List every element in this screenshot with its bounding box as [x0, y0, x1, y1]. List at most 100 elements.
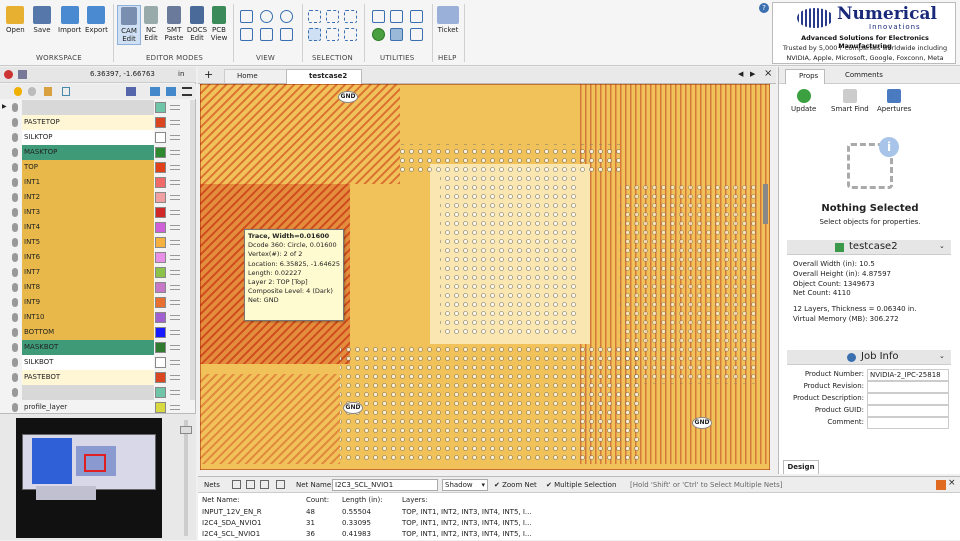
tab-props[interactable]: Props	[785, 69, 825, 84]
visibility-bulb-icon[interactable]	[12, 313, 18, 322]
visibility-bulb-icon[interactable]	[12, 268, 18, 277]
close-tab-icon[interactable]: ×	[764, 68, 772, 79]
open-button[interactable]: Open	[6, 6, 25, 34]
layer-row[interactable]: ▶	[0, 100, 196, 115]
layer-color-swatch[interactable]	[155, 252, 166, 263]
zoom-slider-track[interactable]	[184, 420, 188, 536]
layer-options-icon[interactable]	[170, 270, 180, 275]
product-description-field[interactable]	[867, 393, 949, 405]
layer-options-icon[interactable]	[170, 360, 180, 365]
tab-prev-icon[interactable]: ◀	[738, 70, 743, 78]
zoom-slider-thumb[interactable]	[180, 426, 192, 434]
visibility-bulb-icon[interactable]	[12, 178, 18, 187]
visibility-bulb-icon[interactable]	[12, 253, 18, 262]
layer-row[interactable]: INT6	[0, 250, 196, 265]
table-row[interactable]: I2C4_SCL_NVIO1 36 0.41983 TOP, INT1, INT2, …	[198, 529, 718, 540]
layer-up-icon[interactable]	[150, 87, 160, 96]
column-header-layers[interactable]: Layers:	[402, 496, 428, 504]
zoom-net-checkbox[interactable]: ✔ Zoom Net	[494, 481, 537, 489]
nets-list-icon[interactable]	[246, 480, 255, 489]
select-window-icon[interactable]	[308, 10, 321, 23]
layer-options-icon[interactable]	[170, 240, 180, 245]
gnd-pad[interactable]: GND	[692, 417, 712, 429]
bulb-off-icon[interactable]	[28, 87, 36, 96]
layer-row[interactable]: INT2	[0, 190, 196, 205]
layer-color-swatch[interactable]	[155, 312, 166, 323]
zoom-out-icon[interactable]	[280, 10, 293, 23]
help-icon[interactable]: ?	[759, 3, 769, 13]
canvas-scrollbar[interactable]	[763, 184, 768, 224]
visibility-bulb-icon[interactable]	[12, 163, 18, 172]
layer-options-icon[interactable]	[170, 255, 180, 260]
new-tab-icon[interactable]: +	[204, 69, 213, 81]
nets-grid-icon[interactable]	[276, 480, 285, 489]
pan-icon[interactable]	[240, 28, 253, 41]
apertures-button[interactable]: Apertures	[877, 89, 911, 113]
layer-color-swatch[interactable]	[155, 147, 166, 158]
layer-row[interactable]: PASTEBOT	[0, 370, 196, 385]
visibility-bulb-icon[interactable]	[12, 118, 18, 127]
layer-row[interactable]	[0, 385, 196, 400]
layer-options-icon[interactable]	[170, 300, 180, 305]
collapse-icon[interactable]: ⌄	[939, 352, 945, 360]
tab-design[interactable]: Design	[783, 460, 819, 474]
layer-row[interactable]: INT7	[0, 265, 196, 280]
sort-icon[interactable]	[62, 87, 70, 96]
view-rectangle[interactable]	[84, 454, 106, 472]
column-header-length[interactable]: Length (in):	[342, 496, 383, 504]
job-info-header[interactable]: Job Info ⌄	[787, 350, 951, 365]
tab-next-icon[interactable]: ▶	[750, 70, 755, 78]
multiple-selection-checkbox[interactable]: ✔ Multiple Selection	[546, 481, 616, 489]
layer-options-icon[interactable]	[170, 120, 180, 125]
layer-options-icon[interactable]	[170, 405, 180, 410]
layer-options-icon[interactable]	[170, 105, 180, 110]
zoom-icon[interactable]	[260, 10, 273, 23]
refresh-icon[interactable]	[372, 28, 385, 41]
gnd-pad[interactable]: GND	[343, 402, 363, 414]
docs-edit-button[interactable]: DOCS Edit	[186, 6, 208, 42]
visibility-bulb-icon[interactable]	[12, 388, 18, 397]
grid-icon[interactable]	[18, 70, 27, 79]
layer-options-icon[interactable]	[170, 195, 180, 200]
product-guid-field[interactable]	[867, 405, 949, 417]
export-button[interactable]: Export	[85, 6, 108, 34]
bulb-on-icon[interactable]	[14, 87, 22, 96]
visibility-bulb-icon[interactable]	[12, 193, 18, 202]
layer-color-swatch[interactable]	[155, 177, 166, 188]
visibility-bulb-icon[interactable]	[12, 208, 18, 217]
layer-options-icon[interactable]	[170, 165, 180, 170]
tab-home[interactable]: Home	[224, 69, 288, 83]
layer-color-swatch[interactable]	[155, 357, 166, 368]
measure-icon[interactable]	[372, 10, 385, 23]
visibility-bulb-icon[interactable]	[12, 343, 18, 352]
visibility-bulb-icon[interactable]	[12, 328, 18, 337]
layer-options-icon[interactable]	[170, 210, 180, 215]
table-row[interactable]: INPUT_12V_EN_R 48 0.55504 TOP, INT1, INT2, …	[198, 507, 718, 518]
visibility-bulb-icon[interactable]	[12, 223, 18, 232]
layer-color-swatch[interactable]	[155, 402, 166, 413]
visibility-bulb-icon[interactable]	[12, 358, 18, 367]
layer-color-swatch[interactable]	[155, 117, 166, 128]
gnd-pad[interactable]: GND	[338, 91, 358, 103]
select-net-icon[interactable]	[326, 28, 339, 41]
layer-options-icon[interactable]	[170, 390, 180, 395]
net-name-input[interactable]: I2C3_SCL_NVIO1	[332, 479, 438, 491]
layer-color-swatch[interactable]	[155, 297, 166, 308]
cam-edit-button[interactable]: CAM Edit	[117, 5, 141, 45]
tab-comments[interactable]: Comments	[831, 69, 891, 84]
column-header-count[interactable]: Count:	[306, 496, 329, 504]
nets-dock-icon[interactable]	[936, 480, 946, 490]
layer-color-swatch[interactable]	[155, 132, 166, 143]
visibility-bulb-icon[interactable]	[12, 148, 18, 157]
select-remove-icon[interactable]	[344, 10, 357, 23]
layer-row[interactable]: INT3	[0, 205, 196, 220]
layer-row[interactable]: PASTETOP	[0, 115, 196, 130]
file-section-header[interactable]: testcase2 ⌄	[787, 240, 951, 255]
layer-row[interactable]: INT9	[0, 295, 196, 310]
visibility-bulb-icon[interactable]	[12, 103, 18, 112]
layer-options-icon[interactable]	[170, 135, 180, 140]
layer-options-icon[interactable]	[170, 315, 180, 320]
layer-down-icon[interactable]	[166, 87, 176, 96]
image-icon[interactable]	[390, 28, 403, 41]
visibility-bulb-icon[interactable]	[12, 238, 18, 247]
